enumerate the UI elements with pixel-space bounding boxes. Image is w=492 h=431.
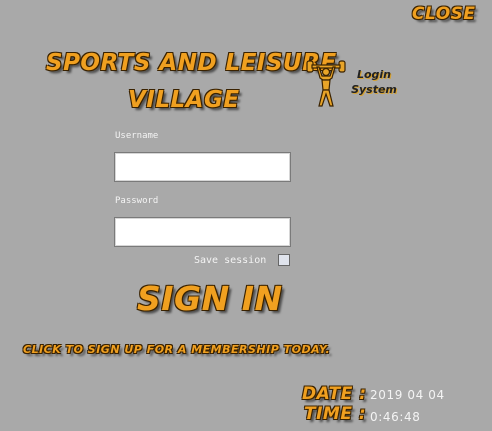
save-session-label: Save session	[194, 255, 267, 266]
password-label: Password	[115, 196, 159, 206]
app-title-line2: VILLAGE	[128, 87, 240, 113]
close-button[interactable]: CLOSE	[412, 4, 476, 24]
username-input[interactable]	[114, 152, 291, 182]
username-label: Username	[115, 131, 159, 141]
signup-link[interactable]: CLICK TO SIGN UP FOR A MEMBERSHIP TODAY.	[23, 343, 330, 356]
sign-in-button[interactable]: SIGN IN	[137, 279, 283, 318]
login-system-subtitle: Login System	[349, 67, 399, 97]
save-session-checkbox[interactable]	[278, 254, 290, 266]
weightlifter-icon	[306, 56, 346, 110]
subtitle-line2: System	[351, 83, 397, 96]
password-input[interactable]	[114, 217, 291, 247]
date-value: 2019 04 04	[370, 388, 445, 402]
time-value: 0:46:48	[370, 410, 421, 424]
date-label: DATE :	[302, 384, 367, 404]
subtitle-line1: Login	[356, 68, 392, 81]
time-label: TIME :	[304, 404, 367, 424]
app-title-line1: SPORTS AND LEISURE	[46, 50, 337, 76]
